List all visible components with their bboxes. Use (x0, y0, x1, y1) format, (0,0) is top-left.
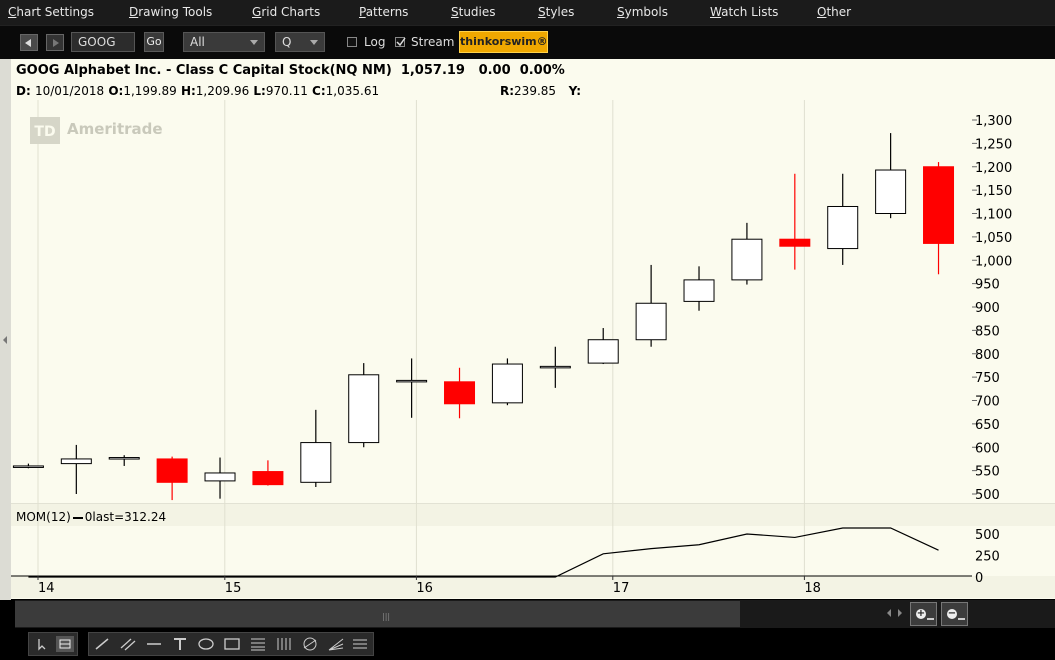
candle-body (779, 238, 811, 247)
price-tick-label: 950 (975, 278, 1000, 293)
candle-body (923, 166, 955, 244)
candle-body (683, 279, 715, 302)
td-badge-text: TD (34, 124, 55, 140)
price-tick-label: 1,150 (975, 184, 1012, 199)
candle-body (60, 458, 92, 465)
candle-body (12, 465, 44, 468)
time-tick-label: 16 (416, 581, 433, 596)
price-tick-label: 1,000 (975, 254, 1012, 269)
mom-line-swatch (72, 516, 83, 519)
price-tick-label: 1,200 (975, 161, 1012, 176)
price-tick-label: 700 (975, 395, 1000, 410)
text-tool-icon[interactable] (171, 636, 189, 652)
trendline-icon[interactable] (93, 636, 111, 652)
candle-body (731, 238, 763, 281)
price-tick-label: 900 (975, 301, 1000, 316)
mom-last-text: 0last=312.24 (84, 510, 167, 524)
mom-series-line (28, 527, 939, 578)
ellipse-icon[interactable] (197, 636, 215, 652)
grip-icon: ||| (382, 612, 391, 621)
magnifier-handle-icon (958, 618, 965, 620)
drawing-tools-group (88, 632, 374, 656)
candle-body (539, 365, 571, 369)
candle-body (635, 302, 667, 341)
candle-body (348, 374, 380, 444)
candle-body (156, 458, 188, 483)
price-tick-label: 1,250 (975, 137, 1012, 152)
candle-body (827, 205, 859, 250)
regression-channel-icon[interactable] (351, 636, 369, 652)
drawing-toolbar (0, 628, 1055, 660)
scroll-left-icon[interactable] (887, 609, 891, 617)
time-axis-area (11, 576, 1055, 598)
candle-body (108, 457, 140, 460)
price-tick-label: 850 (975, 324, 1000, 339)
time-tick-label: 17 (613, 581, 630, 596)
horizontal-line-icon[interactable] (145, 636, 163, 652)
fibonacci-icon[interactable] (249, 636, 267, 652)
gann-fan-icon[interactable] (301, 636, 319, 652)
mom-tick-label: 500 (975, 528, 1000, 543)
mom-tick-label: 250 (975, 550, 1000, 565)
price-tick-label: 500 (975, 488, 1000, 503)
price-tick-label: 750 (975, 371, 1000, 386)
mom-study-label[interactable]: MOM(12) 0last=312.24 (16, 510, 166, 524)
channel-icon[interactable] (119, 636, 137, 652)
time-tick-label: 14 (38, 581, 55, 596)
candle-body (491, 363, 523, 404)
price-tick-label: 600 (975, 441, 1000, 456)
price-tick-label: 1,300 (975, 114, 1012, 129)
mom-tick-label: 0 (975, 571, 983, 586)
time-zones-icon[interactable] (275, 636, 293, 652)
scrollbar-thumb[interactable]: ||| (15, 601, 740, 627)
speed-lines-icon[interactable] (327, 636, 345, 652)
candle-body (396, 379, 428, 383)
mom-label-text: MOM(12) (16, 510, 71, 524)
zoom-out-button[interactable]: − (941, 602, 968, 626)
candle-body (587, 339, 619, 364)
watermark-text: Ameritrade (67, 120, 163, 138)
price-tick-label: 550 (975, 465, 1000, 480)
magnifier-handle-icon (927, 618, 934, 620)
candle-body (875, 169, 907, 215)
price-tick-label: 1,100 (975, 208, 1012, 223)
ameritrade-watermark: TD Ameritrade (30, 117, 163, 144)
time-scrollbar[interactable]: ||| + − (15, 600, 1055, 628)
crosshair-select-icon[interactable] (56, 636, 74, 652)
candle-body (252, 471, 284, 486)
candle-body (444, 381, 476, 405)
time-tick-label: 18 (804, 581, 821, 596)
cursor-tool-group (28, 632, 78, 656)
zoom-out-icon: − (947, 608, 957, 619)
time-tick-label: 15 (225, 581, 242, 596)
zoom-in-button[interactable]: + (910, 602, 937, 626)
candle-body (300, 442, 332, 483)
price-tick-label: 1,050 (975, 231, 1012, 246)
candle-body (204, 472, 236, 482)
pointer-icon[interactable] (33, 636, 51, 652)
price-tick-label: 800 (975, 348, 1000, 363)
study-header-strip (11, 504, 1055, 526)
rectangle-icon[interactable] (223, 636, 241, 652)
scroll-right-icon[interactable] (898, 609, 902, 617)
zoom-in-icon: + (916, 608, 926, 619)
price-tick-label: 650 (975, 418, 1000, 433)
